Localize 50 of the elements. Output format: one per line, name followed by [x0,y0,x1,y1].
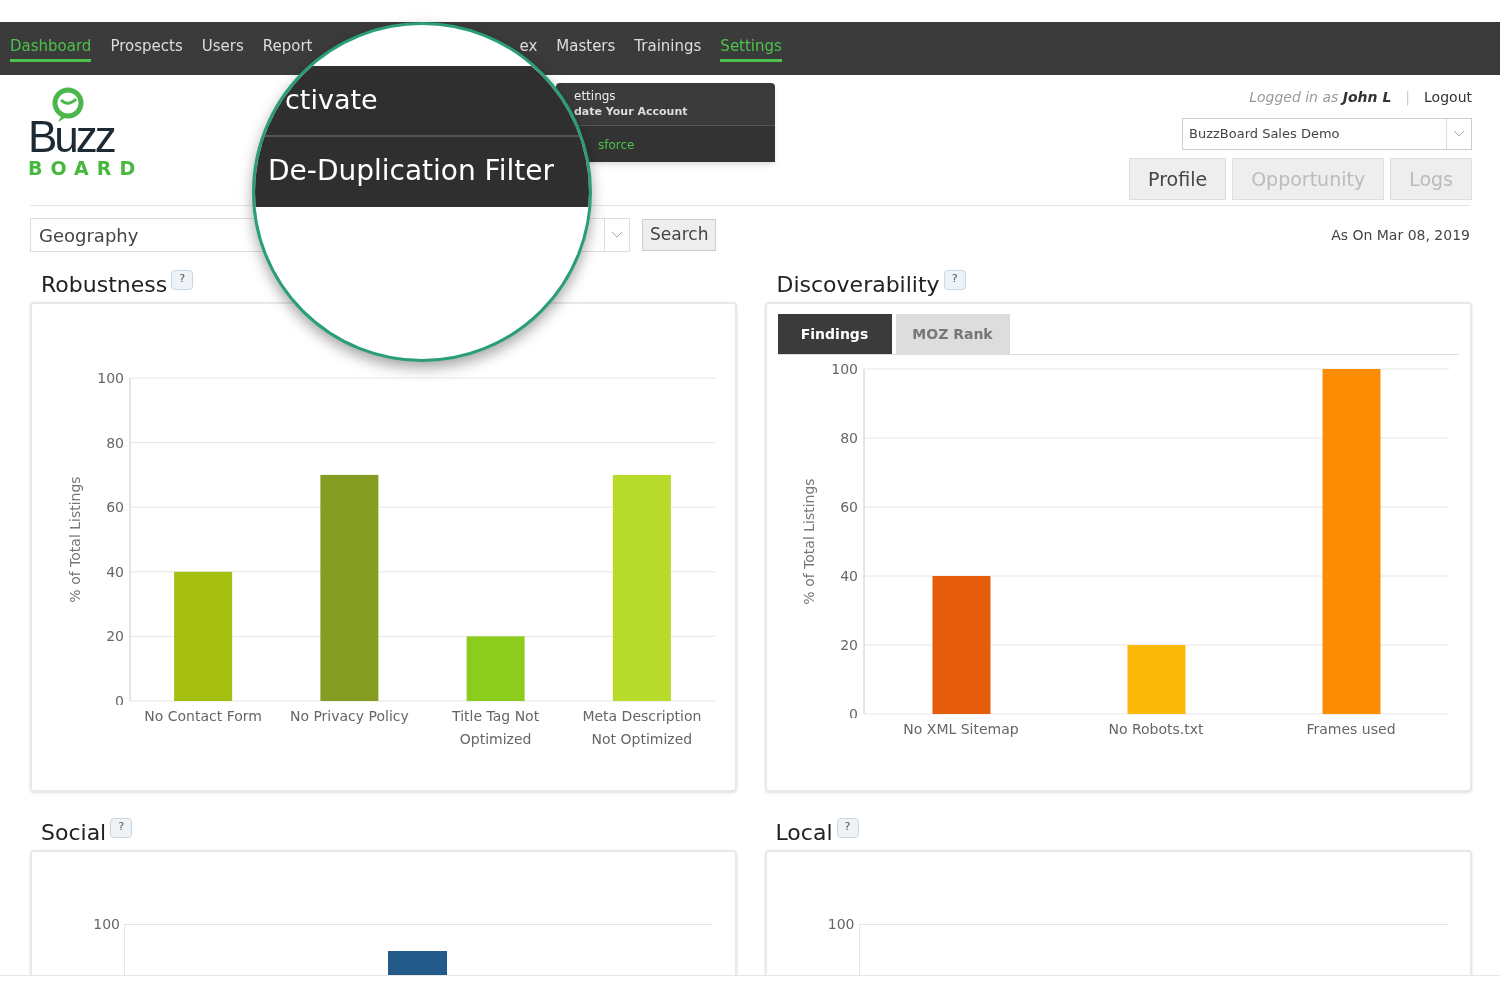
tick-label: 100 [92,916,121,934]
logout-link[interactable]: Logout [1424,87,1472,108]
category-label: Title Tag Not Optimized [451,707,541,749]
category-label: No Robots.txt [1108,720,1204,739]
tick-label: 80 [839,430,858,446]
axis-title: % of Total Listings [67,476,83,603]
chevron-down-icon [1453,130,1465,138]
section-title: Discoverability [776,270,940,299]
category-label: Meta Description Not Optimized [581,707,703,749]
logo-wordmark: Buzz [28,117,114,157]
nav-link[interactable]: Dashboard [10,34,92,63]
tick-label: 40 [839,568,858,584]
tick-label: 100 [830,361,858,377]
chart-tab[interactable]: Findings [777,314,892,354]
menu-item-subtitle: date Your Account [574,104,689,119]
nav-link[interactable]: Users [201,34,244,63]
menu-item[interactable]: sforce [598,138,635,152]
section-title: Social [41,818,107,847]
search-button[interactable]: Search [642,219,717,251]
logo-subtitle: BOARD [28,157,144,179]
separator-text: | [1405,88,1411,108]
section-title: Local [775,818,833,847]
help-icon[interactable]: ? [943,270,966,290]
category-label: No Privacy Policy [289,707,409,726]
axis-title: % of Total Listings [800,478,817,605]
help-icon[interactable]: ? [836,818,859,838]
section-title: Robustness [41,270,168,299]
nav-link[interactable]: Prospects [110,34,183,63]
as-on-date: As On Mar 08, 2019 [1331,225,1470,245]
login-status: Logged in as John L [1249,88,1392,107]
tick-label: 40 [106,563,124,580]
tick-label: 20 [839,637,858,653]
menu-item[interactable]: ctivate [285,80,378,121]
tick-label: 80 [106,434,124,451]
tick-label: 20 [106,628,124,645]
tick-label: 100 [97,370,124,386]
view-tab[interactable]: Profile [1129,158,1227,200]
account-select[interactable]: BuzzBoard Sales Demo [1182,118,1472,150]
nav-link[interactable]: Trainings [634,34,702,63]
category-label: No XML Sitemap [903,720,1019,739]
chevron-down-icon [611,231,623,239]
nav-link[interactable]: Settings [720,34,782,63]
category-label: Frames used [1306,720,1396,739]
help-icon[interactable]: ? [110,818,133,838]
menu-item[interactable]: De-Duplication Filter [268,150,554,192]
tick-label: 100 [826,916,856,934]
tick-label: 60 [106,499,124,516]
category-label: No Contact Form [144,707,262,726]
tick-label: 60 [839,499,858,515]
help-icon[interactable]: ? [171,270,194,290]
